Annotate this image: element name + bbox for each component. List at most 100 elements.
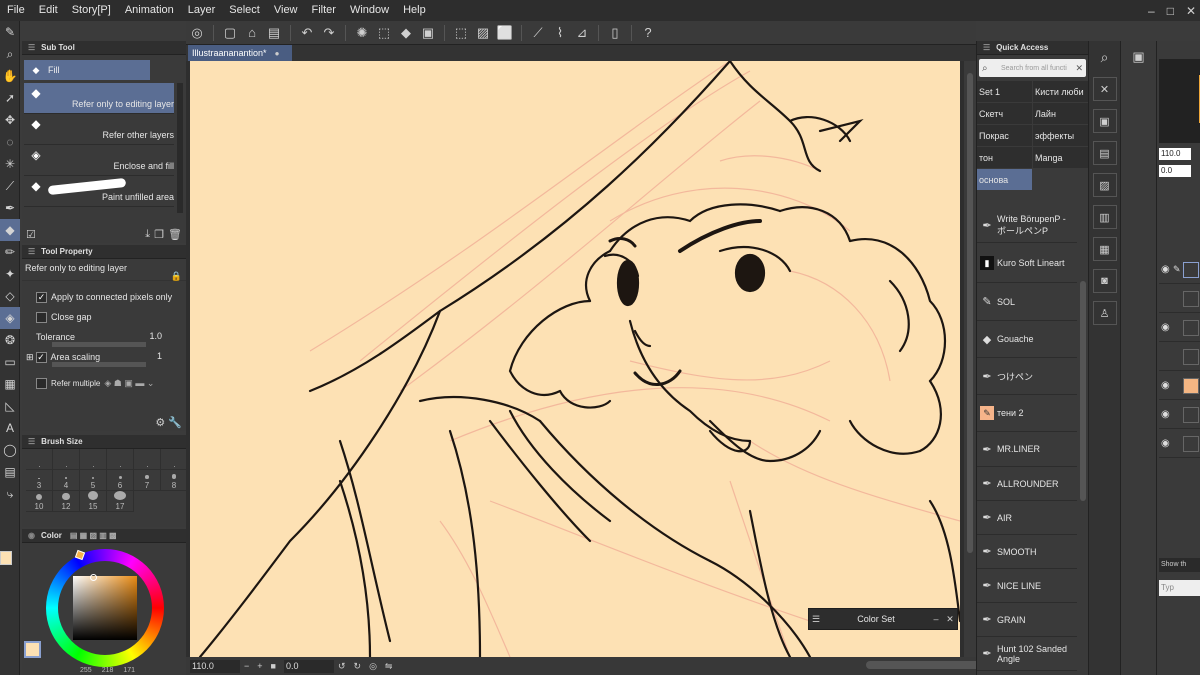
undo-icon[interactable]: ↶: [297, 23, 317, 43]
brush-item[interactable]: ✒ SMOOTH: [977, 535, 1077, 569]
quick-access-scrollbar[interactable]: [1080, 281, 1086, 501]
close-button[interactable]: ✕: [1186, 4, 1196, 18]
navigator-thumbnail[interactable]: [1159, 59, 1200, 143]
quick-access-icon[interactable]: ⌕: [1093, 45, 1117, 69]
layer-row[interactable]: ◉: [1159, 372, 1200, 400]
zoom-field[interactable]: 110.0: [190, 659, 240, 673]
brush-item[interactable]: ✒ AIR: [977, 501, 1077, 535]
minimize-icon[interactable]: –: [929, 614, 943, 624]
tolerance-value[interactable]: 1.0: [149, 331, 162, 341]
show-filter-label[interactable]: Show th: [1159, 558, 1200, 572]
figure-tool-icon[interactable]: ▭: [0, 351, 20, 373]
menu-view[interactable]: View: [267, 0, 305, 21]
move-layer-tool-icon[interactable]: ✥: [0, 109, 20, 131]
layer-angle-field[interactable]: 0.0: [1159, 165, 1191, 177]
rotate-left-icon[interactable]: ↺: [338, 661, 346, 672]
area-scaling-slider[interactable]: [52, 362, 146, 367]
set-tab[interactable]: тон: [977, 147, 1032, 168]
layer-row[interactable]: [1159, 343, 1200, 371]
brush-item[interactable]: ✒ NICE LINE: [977, 569, 1077, 603]
layer-row[interactable]: ◉: [1159, 430, 1200, 458]
sub-tool-scrollbar[interactable]: [177, 83, 183, 213]
material-image-icon[interactable]: ▣: [1092, 109, 1117, 133]
layer-row[interactable]: ◉: [1159, 314, 1200, 342]
grid-snap-icon[interactable]: ⊿: [572, 23, 592, 43]
balloon-tool-icon[interactable]: ◯: [0, 439, 20, 461]
zoom-in-icon[interactable]: +: [257, 661, 262, 671]
current-color-swatch[interactable]: [24, 641, 41, 658]
sub-tool-enclose-and-fill[interactable]: ◈ Enclose and fill: [24, 145, 174, 176]
brush-item[interactable]: ✒ Hunt 102 Sanded Angle: [977, 637, 1077, 671]
menu-story[interactable]: Story[P]: [65, 0, 118, 21]
refer-multiple-checkbox[interactable]: [36, 377, 47, 389]
brush-item[interactable]: ✒ Write BörupenP - ボールペンP: [977, 209, 1077, 243]
brush-tool-icon[interactable]: ✎: [0, 21, 20, 43]
reset-rotation-icon[interactable]: ◎: [369, 661, 377, 672]
set-tab[interactable]: Покрас: [977, 125, 1032, 146]
brush-size-preset[interactable]: 10: [26, 491, 53, 512]
brush-size-preset[interactable]: 5: [80, 470, 107, 491]
canvas-vertical-scrollbar[interactable]: [964, 61, 976, 657]
open-file-icon[interactable]: ⌂: [242, 23, 262, 43]
help-icon[interactable]: ?: [638, 23, 658, 43]
set-tab[interactable]: эффекты: [1033, 125, 1088, 146]
sub-tool-group-tab[interactable]: ◆ Fill: [24, 60, 150, 80]
visibility-eye-icon[interactable]: ◉: [1161, 409, 1170, 420]
wrench-icon[interactable]: ⚙: [155, 417, 165, 429]
rotate-right-icon[interactable]: ↻: [354, 661, 362, 672]
brush-item[interactable]: ✎ тени 2: [977, 395, 1077, 432]
sub-tool-refer-other-layers[interactable]: ◆ Refer other layers: [24, 114, 174, 145]
area-scaling-checkbox[interactable]: ✓: [35, 351, 47, 363]
delete-icon[interactable]: 🗑: [168, 228, 182, 241]
visibility-eye-icon[interactable]: ◉: [1161, 264, 1170, 275]
magic-wand-tool-icon[interactable]: ✳: [0, 153, 20, 175]
fill-tool-icon[interactable]: ◆: [0, 219, 20, 241]
material-icon[interactable]: ✕: [1092, 77, 1117, 101]
layer-search-input[interactable]: Typ: [1159, 580, 1200, 596]
maximize-button[interactable]: □: [1167, 4, 1174, 18]
brush-item[interactable]: ✒ MR.LINER: [977, 432, 1077, 467]
operation-tool-icon[interactable]: ➚: [0, 87, 20, 109]
pen-tool-icon[interactable]: ✒: [0, 197, 20, 219]
close-gap-checkbox[interactable]: [36, 311, 47, 323]
grip-icon[interactable]: ☰: [809, 614, 823, 625]
navigator-icon[interactable]: ▣: [1127, 45, 1151, 69]
brush-item[interactable]: ✒ GRAIN: [977, 603, 1077, 637]
menu-layer[interactable]: Layer: [181, 0, 223, 21]
redo-icon[interactable]: ↷: [319, 23, 339, 43]
brush-size-preset[interactable]: [53, 449, 80, 470]
apply-connected-checkbox[interactable]: ✓: [36, 291, 47, 303]
brush-size-preset[interactable]: 7: [134, 470, 161, 491]
eraser-tool-icon[interactable]: ◇: [0, 285, 20, 307]
main-color-swatch[interactable]: [0, 551, 12, 565]
angle-field[interactable]: 0.0: [283, 659, 334, 673]
menu-filter[interactable]: Filter: [305, 0, 343, 21]
material-3d-icon[interactable]: ♙: [1092, 301, 1117, 325]
grip-icon[interactable]: ☰: [28, 437, 35, 446]
material-pattern-icon[interactable]: ▤: [1092, 141, 1117, 165]
layer-row[interactable]: ◉: [1159, 401, 1200, 429]
expand-icon[interactable]: ⊞: [26, 352, 34, 363]
ruler-tool-icon[interactable]: ◺: [0, 395, 20, 417]
eyedropper-tool-icon[interactable]: ⟋: [0, 175, 20, 197]
menu-animation[interactable]: Animation: [118, 0, 181, 21]
brush-size-preset[interactable]: 15: [80, 491, 107, 512]
material-camera-icon[interactable]: ◙: [1092, 269, 1117, 293]
show-selection-icon[interactable]: ⬜: [495, 23, 515, 43]
layer-ref-icons[interactable]: ◈ ☗ ▣ ▬ ⌄: [104, 378, 154, 389]
color-set-floating-panel[interactable]: ☰ Color Set – ✕: [808, 608, 958, 630]
menu-edit[interactable]: Edit: [32, 0, 65, 21]
area-scaling-value[interactable]: 1: [157, 351, 162, 361]
brush-size-preset[interactable]: [80, 449, 107, 470]
brush-size-preset[interactable]: 4: [53, 470, 80, 491]
brush-item[interactable]: ▮ Kuro Soft Lineart: [977, 243, 1077, 283]
gradient-fill-tool-icon[interactable]: ◈: [0, 307, 20, 329]
fill-icon[interactable]: ◆: [396, 23, 416, 43]
zoom-tool-icon[interactable]: ⌕: [0, 43, 20, 65]
set-tab[interactable]: Скетч: [977, 103, 1032, 124]
menu-help[interactable]: Help: [396, 0, 433, 21]
color-tabs-icons[interactable]: ▤ ▦ ▨ ▥ ▩: [70, 531, 117, 540]
flip-icon[interactable]: ⇋: [385, 661, 393, 672]
brush-size-preset[interactable]: [26, 449, 53, 470]
airbrush-tool-icon[interactable]: ✦: [0, 263, 20, 285]
